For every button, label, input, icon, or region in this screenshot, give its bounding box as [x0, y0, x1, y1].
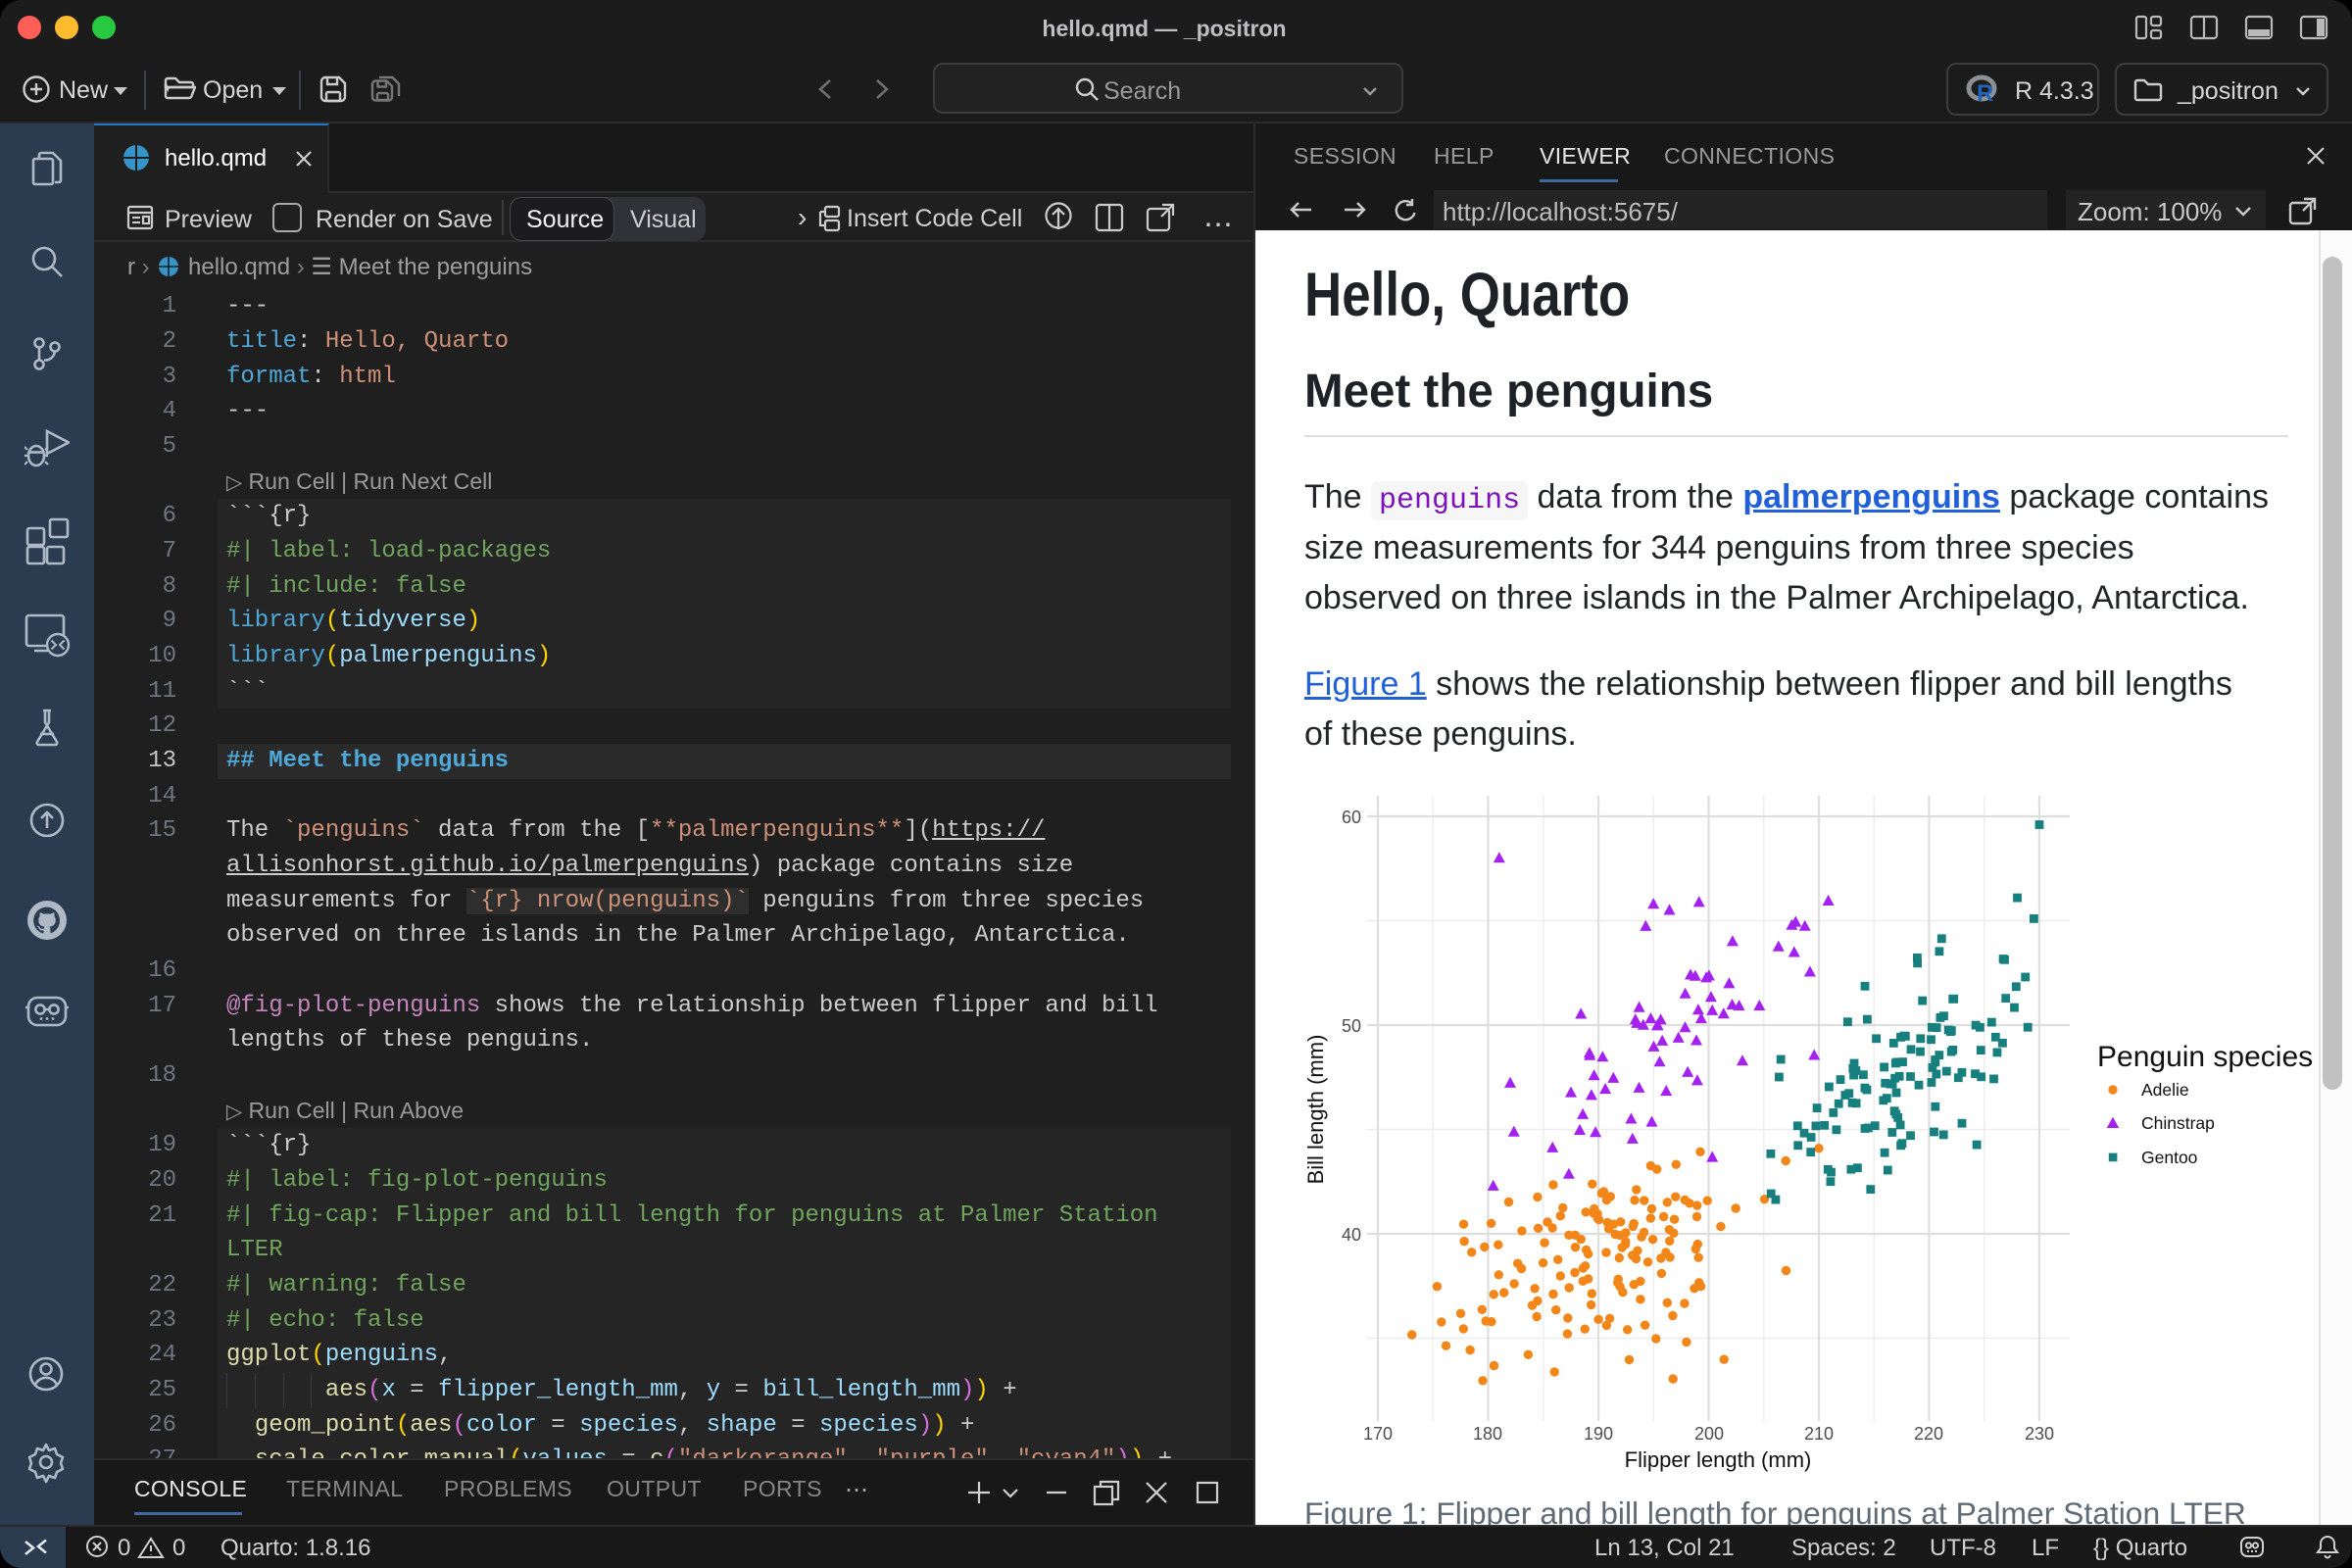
svg-text:R: R — [1977, 80, 1993, 104]
svg-text:210: 210 — [1804, 1424, 1834, 1444]
svg-text:Gentoo: Gentoo — [2141, 1148, 2197, 1167]
svg-text:Penguin species: Penguin species — [2097, 1041, 2313, 1073]
svg-text:170: 170 — [1363, 1424, 1393, 1444]
svg-text:Bill length (mm): Bill length (mm) — [1303, 1035, 1328, 1185]
svg-text:220: 220 — [1914, 1424, 1943, 1444]
svg-text:Flipper length (mm): Flipper length (mm) — [1625, 1447, 1812, 1472]
svg-text:60: 60 — [1342, 808, 1361, 827]
svg-text:40: 40 — [1342, 1225, 1361, 1245]
svg-text:Chinstrap: Chinstrap — [2141, 1113, 2215, 1133]
svg-text:200: 200 — [1694, 1424, 1724, 1444]
svg-text:230: 230 — [2025, 1424, 2054, 1444]
svg-text:Adelie: Adelie — [2141, 1080, 2189, 1100]
svg-text:190: 190 — [1584, 1424, 1613, 1444]
svg-text:50: 50 — [1342, 1016, 1361, 1036]
svg-text:180: 180 — [1473, 1424, 1502, 1444]
